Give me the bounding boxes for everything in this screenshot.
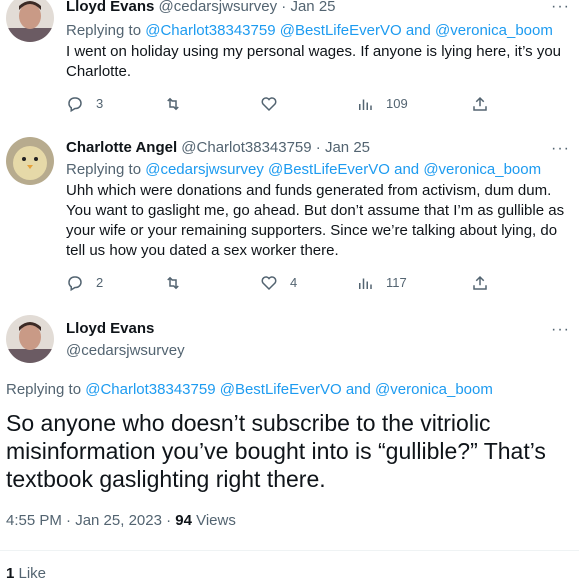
replying-prefix: Replying to (6, 381, 82, 398)
tweet-time[interactable]: Jan 25 (325, 139, 370, 156)
reply-button[interactable]: 2 (66, 273, 103, 293)
views-button[interactable]: 109 (356, 94, 408, 114)
retweet-icon (167, 97, 179, 111)
retweet-button[interactable] (163, 94, 183, 114)
mention-link[interactable]: @BestLifeEverVO (280, 22, 402, 39)
main-avatar[interactable] (6, 315, 54, 363)
main-tweet-text: So anyone who doesn’t subscribe to the v… (6, 410, 546, 492)
tweet-header: Charlotte Angel @Charlot38343759 · Jan 2… (66, 138, 370, 157)
mention-conjunction: and (394, 161, 420, 178)
more-icon[interactable]: ··· (551, 0, 570, 15)
replying-prefix: Replying to (66, 22, 142, 39)
tweet-text: I went on holiday using my personal wage… (66, 43, 561, 80)
like-button[interactable] (260, 94, 278, 114)
tweet-text: Uhh which were donations and funds gener… (66, 182, 565, 259)
views-chart-icon (359, 278, 372, 289)
views-button[interactable]: 117 (356, 273, 407, 293)
mention-conjunction: and (345, 381, 371, 398)
replying-prefix: Replying to (66, 161, 142, 178)
separator-dot: · (315, 139, 321, 156)
mention-link[interactable]: @Charlot38343759 (85, 381, 215, 398)
reply-icon (68, 276, 82, 292)
like-count: 4 (290, 275, 298, 290)
reply-count: 2 (96, 275, 104, 290)
main-replying-to: Replying to @Charlot38343759 @BestLifeEv… (6, 380, 493, 400)
share-button[interactable] (471, 273, 489, 293)
views-count: 109 (386, 96, 408, 111)
main-author-name[interactable]: Lloyd Evans (66, 319, 154, 338)
views-chart-icon (359, 99, 372, 110)
more-icon[interactable]: ··· (551, 141, 570, 157)
reply-icon (68, 97, 82, 113)
mention-link[interactable]: @Charlot38343759 (145, 22, 275, 39)
replying-to: Replying to @Charlot38343759 @BestLifeEv… (66, 21, 553, 41)
heart-icon (261, 276, 277, 291)
divider (0, 550, 579, 551)
main-author-handle[interactable]: @cedarsjwsurvey (66, 341, 185, 360)
likes-label: Like (14, 565, 47, 582)
mention-conjunction: and (405, 22, 431, 39)
mention-link[interactable]: @veronica_boom (435, 22, 553, 39)
author-name[interactable]: Charlotte Angel (66, 139, 177, 156)
author-name[interactable]: Lloyd Evans (66, 0, 154, 15)
tweet-actions: 2 4 117 (66, 273, 566, 293)
twitter-thread-page: Lloyd Evans @cedarsjwsurvey · Jan 25 ···… (0, 0, 579, 584)
tweet-header: Lloyd Evans @cedarsjwsurvey · Jan 25 (66, 0, 336, 16)
tweet-time[interactable]: Jan 25 (290, 0, 335, 15)
views-count: 117 (386, 275, 407, 290)
author-handle[interactable]: @cedarsjwsurvey (159, 0, 278, 15)
mention-link[interactable]: @cedarsjwsurvey (145, 161, 264, 178)
share-icon (473, 96, 487, 111)
mention-link[interactable]: @BestLifeEverVO (268, 161, 390, 178)
replying-to: Replying to @cedarsjwsurvey @BestLifeEve… (66, 160, 541, 180)
retweet-icon (167, 276, 179, 290)
tweet-2[interactable]: Charlotte Angel @Charlot38343759 · Jan 2… (0, 125, 579, 305)
views-count: 94 (175, 512, 192, 529)
like-button[interactable]: 4 (260, 273, 297, 293)
author-handle[interactable]: @Charlot38343759 (181, 139, 311, 156)
mention-link[interactable]: @BestLifeEverVO (220, 381, 342, 398)
mention-link[interactable]: @veronica_boom (423, 161, 541, 178)
avatar[interactable] (6, 0, 54, 42)
heart-icon (261, 97, 277, 112)
more-icon[interactable]: ··· (551, 322, 570, 338)
mention-link[interactable]: @veronica_boom (375, 381, 493, 398)
retweet-button[interactable] (163, 273, 183, 293)
views-label: Views (191, 512, 236, 529)
reply-button[interactable]: 3 (66, 94, 103, 114)
likes-summary[interactable]: 1 Like (6, 565, 46, 582)
share-icon (473, 275, 487, 290)
tweet-actions: 3 109 (66, 94, 566, 114)
reply-count: 3 (96, 96, 104, 111)
tweet-1[interactable]: Lloyd Evans @cedarsjwsurvey · Jan 25 ···… (0, 0, 579, 125)
separator-dot: · (281, 0, 287, 15)
avatar[interactable] (6, 137, 54, 185)
share-button[interactable] (471, 94, 489, 114)
tweet-timestamp[interactable]: 4:55 PM · Jan 25, 2023 · (6, 512, 175, 529)
tweet-meta: 4:55 PM · Jan 25, 2023 · 94 Views (6, 512, 236, 529)
